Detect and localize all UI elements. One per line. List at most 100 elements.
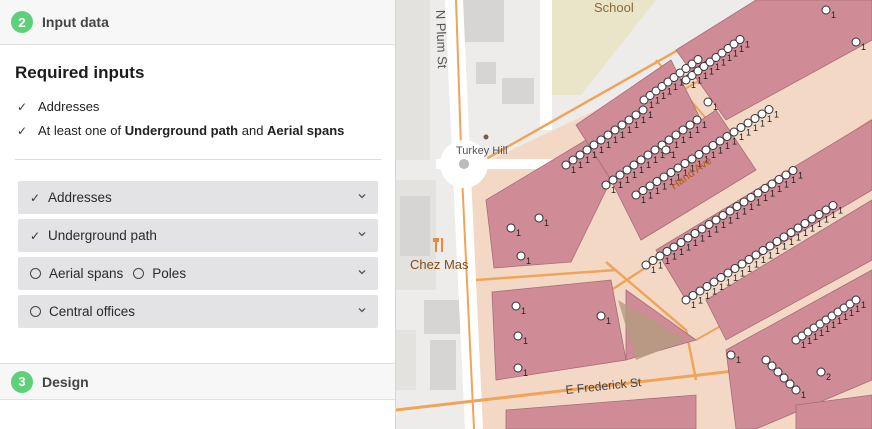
address-marker-icon[interactable] — [722, 132, 732, 141]
address-marker-icon[interactable] — [788, 166, 798, 175]
address-marker-icon[interactable] — [608, 175, 618, 185]
address-marker-icon[interactable] — [681, 295, 691, 305]
address-marker-icon[interactable] — [751, 250, 761, 260]
address-marker-icon[interactable] — [680, 159, 690, 168]
address-marker-icon[interactable] — [661, 145, 671, 155]
address-marker-icon[interactable] — [791, 385, 801, 395]
address-marker-icon[interactable] — [764, 105, 774, 114]
address-marker-icon[interactable] — [652, 177, 662, 186]
address-marker-icon[interactable] — [732, 202, 742, 211]
address-marker-icon[interactable] — [693, 55, 703, 64]
address-marker-icon[interactable] — [615, 170, 625, 180]
address-marker-icon[interactable] — [814, 210, 824, 219]
step-header-design[interactable]: 3 Design — [0, 363, 395, 400]
address-marker-icon[interactable] — [690, 229, 700, 238]
address-marker-icon[interactable] — [671, 130, 681, 140]
map-view[interactable]: 1111111111111111111111111111111111111111… — [396, 0, 872, 429]
address-marker-icon[interactable] — [648, 256, 658, 265]
address-marker-icon[interactable] — [582, 145, 592, 155]
accordion-aerial-spans-poles[interactable]: Aerial spans Poles — [18, 257, 378, 290]
address-marker-icon[interactable] — [779, 232, 789, 242]
address-marker-icon[interactable] — [610, 125, 620, 135]
address-marker-icon[interactable] — [702, 282, 712, 291]
address-marker-icon[interactable] — [828, 201, 838, 210]
address-marker-icon[interactable] — [726, 350, 736, 360]
address-marker-icon[interactable] — [821, 5, 831, 15]
accordion-central-offices[interactable]: Central offices — [18, 295, 378, 328]
address-marker-icon[interactable] — [816, 367, 826, 377]
address-marker-icon[interactable] — [655, 251, 665, 261]
address-marker-icon[interactable] — [624, 115, 634, 125]
address-marker-icon[interactable] — [692, 115, 702, 125]
address-marker-icon[interactable] — [685, 120, 695, 130]
address-marker-icon[interactable] — [511, 301, 521, 311]
address-marker-icon[interactable] — [666, 168, 676, 177]
address-marker-icon[interactable] — [683, 233, 693, 243]
address-marker-icon[interactable] — [687, 154, 697, 164]
address-marker-icon[interactable] — [676, 238, 686, 247]
address-marker-icon[interactable] — [757, 109, 767, 119]
address-marker-icon[interactable] — [786, 228, 796, 237]
address-marker-icon[interactable] — [596, 311, 606, 321]
radio-icon-poles[interactable] — [133, 268, 145, 279]
address-marker-icon[interactable] — [737, 259, 747, 269]
address-marker-icon[interactable] — [636, 155, 646, 165]
address-marker-icon[interactable] — [767, 179, 777, 189]
address-marker-icon[interactable] — [703, 97, 713, 107]
address-marker-icon[interactable] — [736, 123, 746, 132]
address-marker-icon[interactable] — [744, 255, 754, 264]
address-marker-icon[interactable] — [800, 219, 810, 228]
address-marker-icon[interactable] — [851, 37, 861, 47]
address-marker-icon[interactable] — [753, 188, 763, 198]
address-marker-icon[interactable] — [760, 184, 770, 193]
address-marker-icon[interactable] — [773, 367, 783, 377]
address-marker-icon[interactable] — [774, 175, 784, 184]
address-marker-icon[interactable] — [561, 160, 571, 170]
accordion-underground-path[interactable]: ✓ Underground path — [18, 219, 378, 252]
address-marker-icon[interactable] — [761, 355, 771, 365]
address-marker-icon[interactable] — [729, 127, 739, 137]
address-marker-icon[interactable] — [746, 193, 756, 202]
address-marker-icon[interactable] — [575, 150, 585, 160]
address-marker-icon[interactable] — [851, 295, 861, 305]
address-marker-icon[interactable] — [645, 181, 655, 191]
address-marker-icon[interactable] — [513, 331, 523, 341]
address-marker-icon[interactable] — [513, 363, 523, 373]
address-marker-icon[interactable] — [750, 114, 760, 123]
address-marker-icon[interactable] — [643, 150, 653, 160]
address-marker-icon[interactable] — [735, 35, 745, 44]
address-marker-icon[interactable] — [718, 211, 728, 220]
address-marker-icon[interactable] — [767, 361, 777, 371]
address-marker-icon[interactable] — [697, 224, 707, 234]
address-marker-icon[interactable] — [709, 277, 719, 287]
address-marker-icon[interactable] — [743, 118, 753, 128]
address-marker-icon[interactable] — [708, 141, 718, 150]
address-marker-icon[interactable] — [711, 215, 721, 225]
address-marker-icon[interactable] — [694, 150, 704, 159]
address-marker-icon[interactable] — [678, 125, 688, 135]
address-marker-icon[interactable] — [664, 135, 674, 145]
address-marker-icon[interactable] — [821, 205, 831, 215]
address-marker-icon[interactable] — [758, 246, 768, 255]
address-marker-icon[interactable] — [673, 163, 683, 173]
address-marker-icon[interactable] — [506, 223, 516, 233]
step-header-input-data[interactable]: 2 Input data — [0, 0, 395, 45]
address-marker-icon[interactable] — [807, 214, 817, 224]
address-marker-icon[interactable] — [669, 242, 679, 252]
accordion-addresses[interactable]: ✓ Addresses — [18, 181, 378, 214]
address-marker-icon[interactable] — [662, 247, 672, 256]
address-marker-icon[interactable] — [596, 135, 606, 145]
address-marker-icon[interactable] — [725, 206, 735, 216]
address-marker-icon[interactable] — [603, 130, 613, 140]
address-marker-icon[interactable] — [688, 291, 698, 300]
address-marker-icon[interactable] — [622, 165, 632, 175]
address-marker-icon[interactable] — [641, 260, 651, 270]
address-marker-icon[interactable] — [723, 268, 733, 278]
address-marker-icon[interactable] — [701, 145, 711, 155]
address-marker-icon[interactable] — [638, 105, 648, 115]
address-marker-icon[interactable] — [779, 373, 789, 383]
address-marker-icon[interactable] — [716, 273, 726, 282]
map-canvas[interactable]: 1 1 1 1 1 1 1 1 1 1 1 11 1 1 1 1 1 1 11 1 1 1 11 1 1 1 1 1 1 1 1 1 1 1 1 1 1… — [396, 0, 872, 429]
radio-icon-central-offices[interactable] — [30, 306, 41, 317]
address-marker-icon[interactable] — [781, 170, 791, 180]
